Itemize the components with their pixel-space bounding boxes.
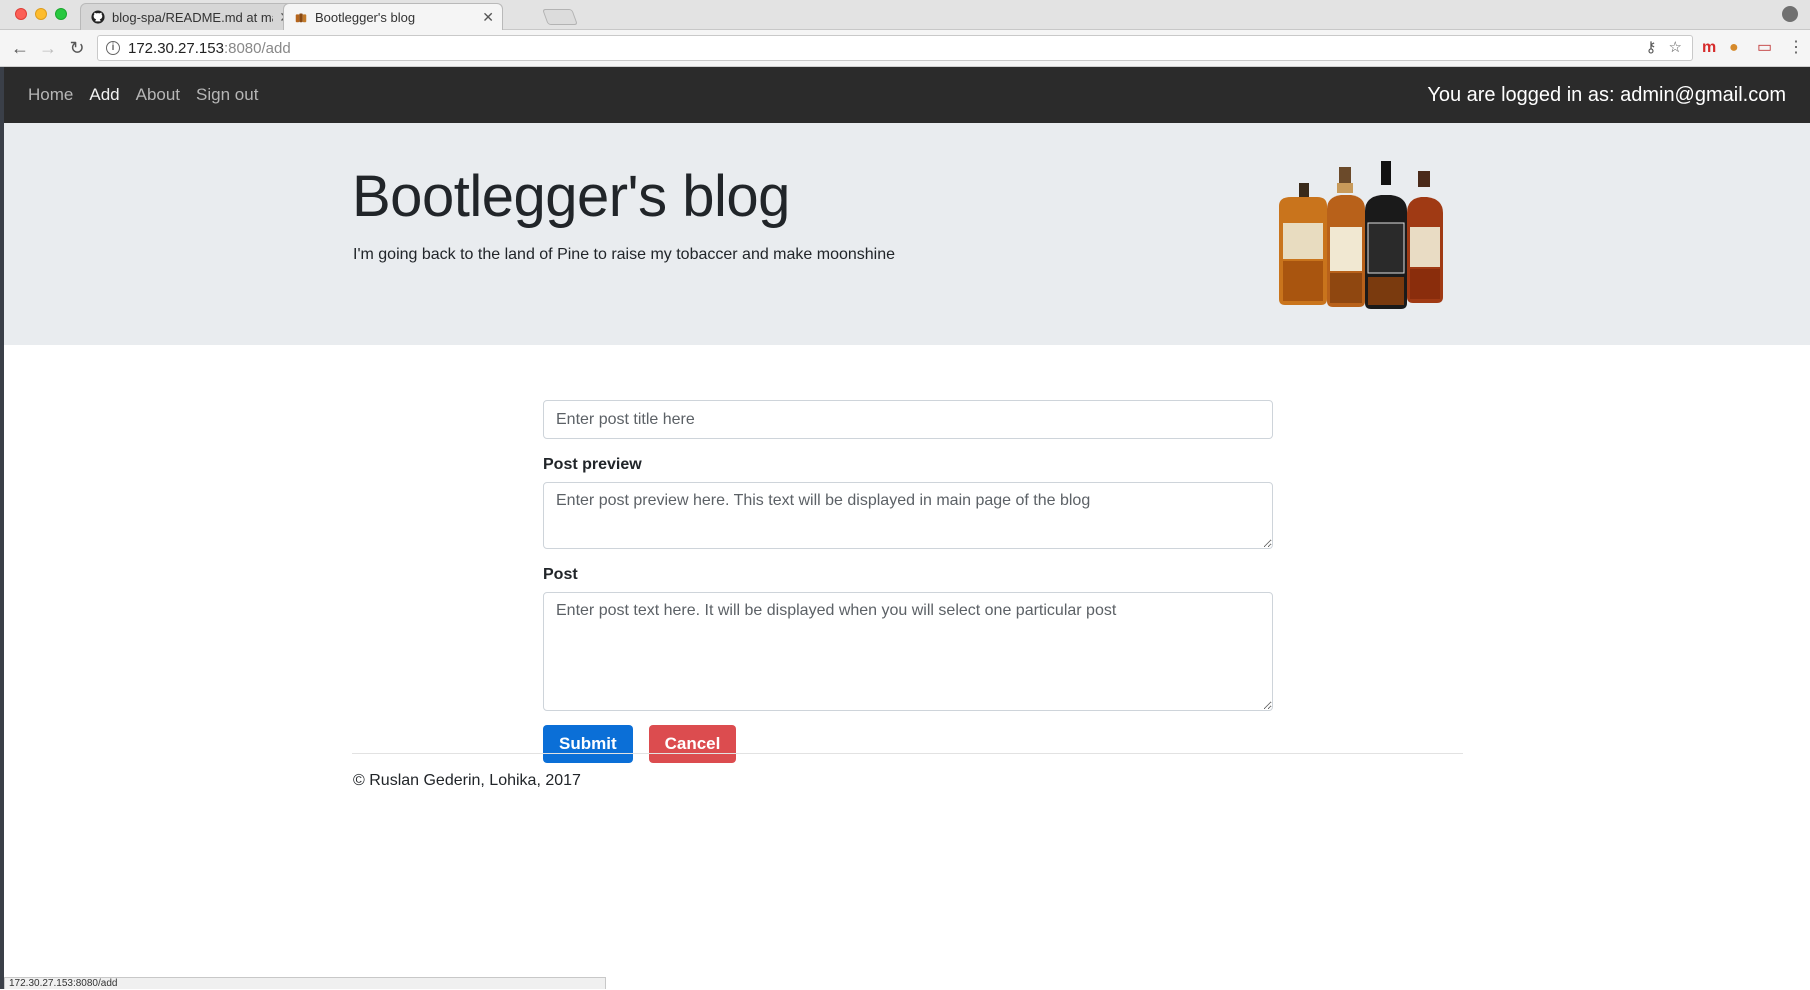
whiskey-bottles-image — [1279, 161, 1443, 309]
post-preview-textarea[interactable] — [543, 482, 1273, 549]
extension-wallet-icon[interactable]: ▭ — [1757, 38, 1772, 58]
post-title-input[interactable] — [543, 400, 1273, 439]
browser-menu-icon[interactable]: ⋮ — [1788, 38, 1804, 58]
blog-subtitle: I'm going back to the land of Pine to ra… — [353, 246, 896, 263]
form-actions: Submit Cancel — [543, 725, 1273, 763]
browser-tab-github[interactable]: blog-spa/README.md at mast ✕ — [80, 3, 300, 30]
cancel-button[interactable]: Cancel — [648, 725, 737, 763]
nav-link-about[interactable]: About — [136, 85, 180, 105]
forward-arrow-icon[interactable]: → — [37, 38, 59, 58]
profile-icon[interactable] — [1782, 6, 1798, 22]
post-preview-label: Post preview — [543, 456, 642, 473]
github-icon — [91, 10, 105, 24]
status-bar-url: 172.30.27.153:8080/add — [4, 977, 606, 989]
close-window-button[interactable] — [15, 8, 27, 20]
tab-title: Bootlegger's blog — [315, 9, 416, 25]
key-icon[interactable]: ⚷ — [1646, 38, 1657, 56]
footer-divider — [352, 753, 1463, 754]
blog-header: Bootlegger's blog I'm going back to the … — [4, 123, 1810, 345]
url-host: 172.30.27.153 — [128, 39, 224, 57]
close-tab-icon[interactable]: ✕ — [482, 9, 494, 26]
nav-link-home[interactable]: Home — [28, 85, 73, 105]
bookmark-star-icon[interactable]: ☆ — [1669, 38, 1682, 56]
extension-m-icon[interactable]: m — [1702, 38, 1716, 58]
add-post-form: Post preview Post Submit Cancel — [543, 400, 1273, 763]
minimize-window-button[interactable] — [35, 8, 47, 20]
blog-title: Bootlegger's blog — [352, 164, 790, 229]
nav-link-sign-out[interactable]: Sign out — [196, 85, 258, 105]
post-body-textarea[interactable] — [543, 592, 1273, 711]
site-info-icon[interactable]: i — [106, 41, 120, 55]
nav-link-add[interactable]: Add — [89, 85, 119, 105]
extension-cookie-icon[interactable]: ● — [1729, 38, 1739, 58]
maximize-window-button[interactable] — [55, 8, 67, 20]
footer-copyright: © Ruslan Gederin, Lohika, 2017 — [353, 772, 581, 789]
url-path: :8080/add — [223, 39, 291, 57]
post-body-label: Post — [543, 566, 578, 583]
address-bar[interactable]: i 172.30.27.153 :8080/add ⚷ ☆ — [97, 35, 1693, 61]
browser-tab-blog[interactable]: Bootlegger's blog ✕ — [283, 3, 503, 30]
page-viewport: Home Add About Sign out You are logged i… — [4, 67, 1810, 989]
new-tab-button[interactable] — [542, 9, 578, 25]
site-navbar: Home Add About Sign out You are logged i… — [4, 67, 1810, 123]
bottle-favicon-icon — [295, 13, 307, 23]
browser-toolbar: ← → ↻ i 172.30.27.153 :8080/add ⚷ ☆ m ● … — [0, 30, 1810, 67]
reload-icon[interactable]: ↻ — [66, 38, 88, 58]
logged-in-status: You are logged in as: admin@gmail.com — [1427, 83, 1786, 106]
back-arrow-icon[interactable]: ← — [9, 38, 31, 58]
submit-button[interactable]: Submit — [543, 725, 633, 763]
browser-tab-bar: blog-spa/README.md at mast ✕ Bootlegger'… — [0, 0, 1810, 30]
tab-title: blog-spa/README.md at mast — [112, 9, 274, 25]
